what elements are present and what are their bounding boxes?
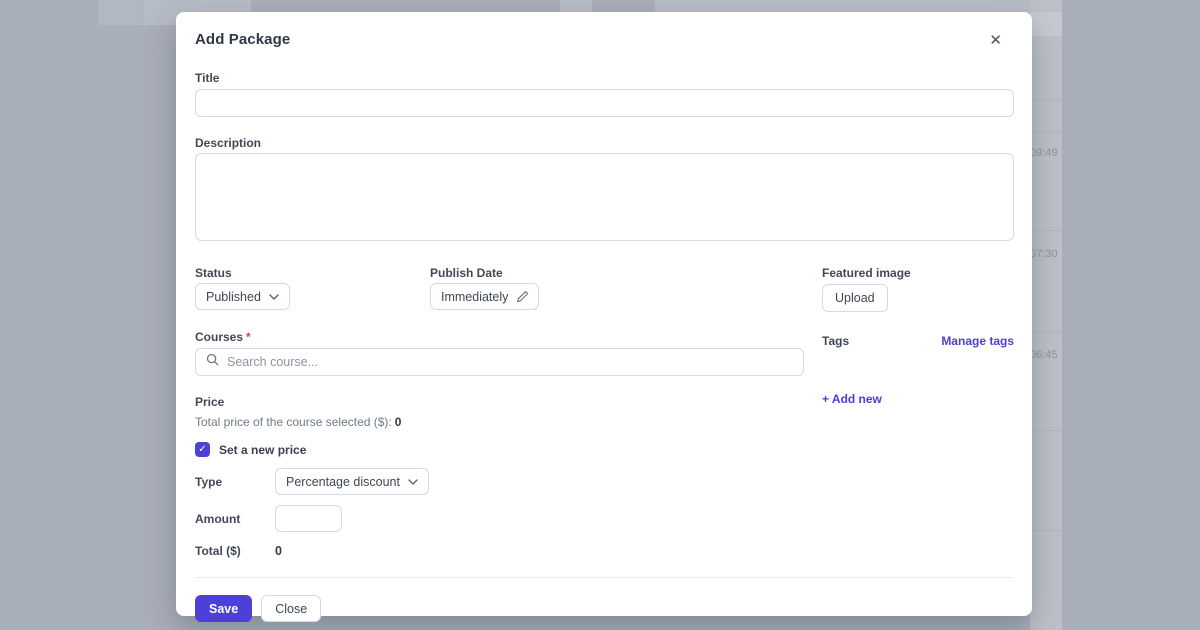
background-divider (1030, 430, 1062, 431)
total-field-group: Total ($) 0 (195, 544, 804, 558)
title-input[interactable] (195, 89, 1014, 117)
publish-date-label: Publish Date (430, 266, 539, 280)
description-textarea[interactable] (195, 153, 1014, 241)
featured-image-field-group: Featured image Upload (822, 266, 1014, 312)
courses-field-group: Courses* (195, 330, 804, 376)
background-list-column: 09:49 07:30 06:45 (1030, 0, 1062, 630)
search-icon (206, 353, 227, 371)
discount-type-value: Percentage discount (286, 475, 400, 489)
course-search-input[interactable] (227, 355, 793, 369)
price-summary-value: 0 (395, 415, 402, 429)
add-package-modal: Add Package ✕ Title Description Status P… (176, 12, 1032, 616)
modal-header: Add Package ✕ (195, 31, 1014, 50)
background-timestamp: 06:45 (1030, 349, 1064, 361)
tags-label: Tags (822, 334, 849, 348)
set-new-price-label: Set a new price (219, 443, 306, 457)
courses-label: Courses* (195, 330, 804, 344)
background-divider (1030, 230, 1062, 231)
upload-button[interactable]: Upload (822, 284, 888, 312)
course-search-box[interactable] (195, 348, 804, 376)
footer-divider (195, 577, 1014, 578)
close-button[interactable]: Close (261, 595, 321, 622)
publish-date-value: Immediately (441, 290, 508, 304)
amount-input[interactable] (275, 505, 342, 532)
discount-type-select[interactable]: Percentage discount (275, 468, 429, 495)
description-label: Description (195, 136, 1014, 150)
total-label: Total ($) (195, 544, 275, 558)
pencil-icon (516, 291, 528, 303)
price-summary: Total price of the course selected ($):0 (195, 415, 804, 429)
background-block (1030, 12, 1062, 36)
publish-date-field-group: Publish Date Immediately (430, 266, 539, 310)
background-divider (1030, 131, 1062, 132)
type-field-group: Type Percentage discount (195, 468, 804, 495)
background-timestamp: 07:30 (1030, 248, 1064, 260)
required-asterisk: * (246, 330, 251, 344)
set-new-price-checkbox-row[interactable]: ✓ Set a new price (195, 442, 804, 457)
background-block (98, 0, 142, 25)
modal-title: Add Package (195, 31, 290, 48)
price-label: Price (195, 395, 804, 409)
status-select[interactable]: Published (195, 283, 290, 310)
background-divider (1030, 331, 1062, 332)
description-field-group: Description (195, 136, 1014, 246)
title-label: Title (195, 71, 1014, 85)
amount-field-group: Amount (195, 505, 804, 532)
chevron-down-icon (269, 294, 279, 300)
status-value: Published (206, 290, 261, 304)
background-timestamp: 09:49 (1030, 147, 1064, 159)
status-field-group: Status Published (195, 266, 430, 310)
close-icon[interactable]: ✕ (985, 31, 1006, 50)
featured-image-label: Featured image (822, 266, 1014, 280)
status-label: Status (195, 266, 430, 280)
save-button[interactable]: Save (195, 595, 252, 622)
background-divider (1030, 100, 1062, 101)
checkbox-checked-icon[interactable]: ✓ (195, 442, 210, 457)
background-divider (1030, 530, 1062, 531)
price-section: Price Total price of the course selected… (195, 395, 804, 429)
type-label: Type (195, 475, 275, 489)
publish-date-button[interactable]: Immediately (430, 283, 539, 310)
chevron-down-icon (408, 479, 418, 485)
manage-tags-link[interactable]: Manage tags (941, 334, 1014, 348)
total-value: 0 (275, 544, 282, 558)
add-new-tag-link[interactable]: + Add new (822, 392, 882, 406)
modal-footer: Save Close (195, 595, 1014, 622)
amount-label: Amount (195, 512, 275, 526)
title-field-group: Title (195, 71, 1014, 117)
tags-field-group: Tags Manage tags + Add new (822, 334, 1014, 408)
